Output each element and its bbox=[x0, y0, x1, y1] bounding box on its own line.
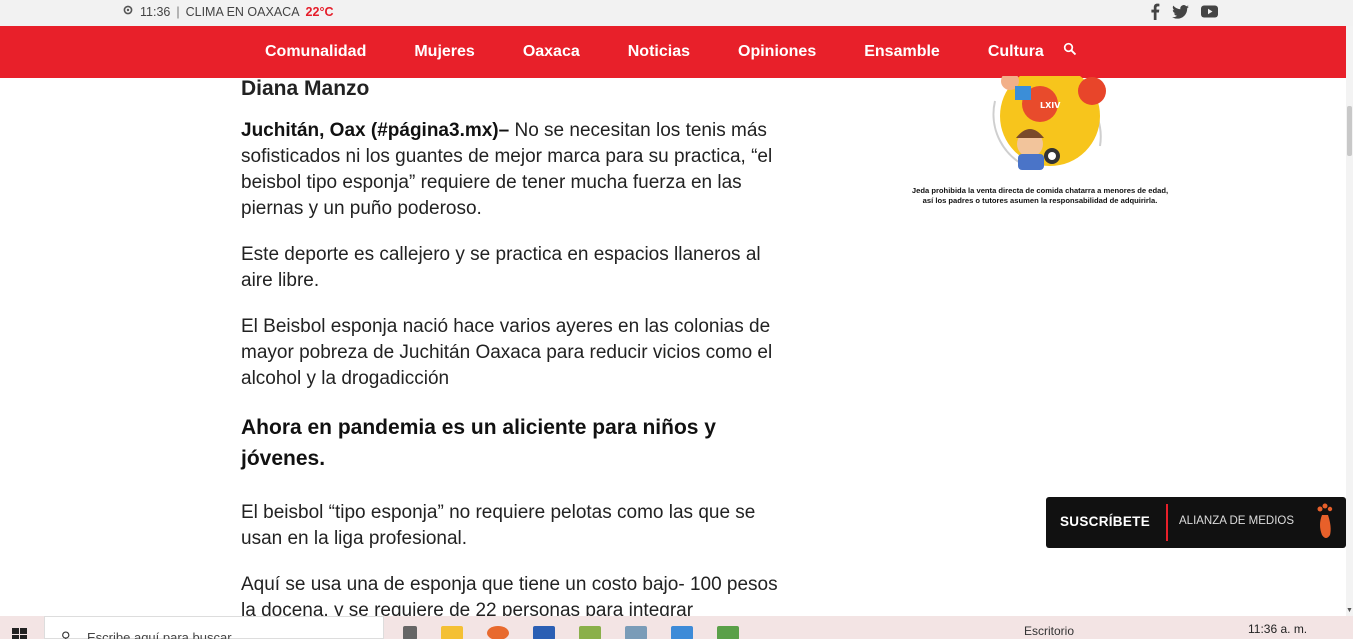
footprint-logo-icon bbox=[1314, 503, 1336, 546]
article-paragraph: Juchitán, Oax (#página3.mx)– No se neces… bbox=[241, 118, 781, 222]
current-time: 11:36 bbox=[140, 4, 171, 19]
word-icon[interactable] bbox=[533, 626, 555, 639]
facebook-icon[interactable] bbox=[1150, 3, 1160, 25]
alliance-link[interactable]: ALIANZA DE MEDIOS bbox=[1179, 515, 1294, 527]
main-navigation: Comunalidad Mujeres Oaxaca Noticias Opin… bbox=[0, 26, 1346, 78]
scroll-down-arrow-icon[interactable]: ▼ bbox=[1346, 607, 1353, 614]
paint-icon[interactable] bbox=[579, 626, 601, 639]
article-dateline: Juchitán, Oax (#página3.mx)– bbox=[241, 120, 510, 141]
article-paragraph: El beisbol “tipo esponja” no requiere pe… bbox=[241, 502, 756, 549]
ad-badge: LXIV bbox=[1040, 101, 1061, 110]
subscribe-widget[interactable]: SUSCRÍBETE ALIANZA DE MEDIOS bbox=[1046, 497, 1346, 548]
taskbar-apps bbox=[403, 626, 739, 639]
ad-caption: Jeda prohibida la venta directa de comid… bbox=[880, 186, 1200, 206]
top-utility-bar: 11:36 | CLIMA EN OAXACA 22°C bbox=[0, 0, 1353, 26]
app-icon[interactable] bbox=[671, 626, 693, 639]
gear-icon bbox=[122, 4, 134, 19]
topbar-info: 11:36 | CLIMA EN OAXACA 22°C bbox=[122, 4, 333, 19]
sidebar-ad[interactable]: LXIV Jeda prohibida la venta directa de … bbox=[880, 76, 1200, 216]
nav-item-noticias[interactable]: Noticias bbox=[628, 43, 690, 61]
article-paragraph: Este deporte es callejero y se practica … bbox=[241, 244, 761, 291]
taskbar-clock[interactable]: 11:36 a. m. bbox=[1248, 622, 1307, 636]
system-tray: Escritorio bbox=[1024, 624, 1074, 638]
twitter-icon[interactable] bbox=[1172, 4, 1189, 24]
windows-start-icon[interactable] bbox=[12, 628, 28, 639]
social-links bbox=[1150, 3, 1218, 25]
desktop-label[interactable]: Escritorio bbox=[1024, 624, 1074, 638]
file-explorer-icon[interactable] bbox=[441, 626, 463, 639]
windows-taskbar: ⚲ Escribe aquí para buscar Escritorio 11… bbox=[0, 616, 1353, 639]
divider bbox=[1166, 504, 1168, 541]
page-scrollbar[interactable]: ▼ bbox=[1346, 26, 1353, 616]
ad-caption-line: Jeda prohibida la venta directa de comid… bbox=[911, 186, 1169, 195]
youtube-icon[interactable] bbox=[1201, 5, 1218, 23]
app-icon[interactable] bbox=[717, 626, 739, 639]
taskbar-search-placeholder: Escribe aquí para buscar bbox=[87, 630, 232, 639]
app-icon[interactable] bbox=[625, 626, 647, 639]
ad-caption-line: así los padres o tutores asumen la respo… bbox=[922, 196, 1158, 205]
nav-item-cultura[interactable]: Cultura bbox=[988, 43, 1044, 61]
article-body: Diana Manzo Juchitán, Oax (#página3.mx)–… bbox=[241, 76, 781, 644]
ad-illustration: LXIV bbox=[992, 76, 1106, 170]
temperature: 22°C bbox=[305, 4, 334, 19]
search-icon[interactable] bbox=[1063, 42, 1077, 61]
taskbar-search-box[interactable]: ⚲ Escribe aquí para buscar bbox=[44, 616, 384, 639]
nav-item-opiniones[interactable]: Opiniones bbox=[738, 43, 816, 61]
search-icon: ⚲ bbox=[61, 629, 71, 639]
article-paragraph: El Beisbol esponja nació hace varios aye… bbox=[241, 316, 773, 389]
nav-items: Comunalidad Mujeres Oaxaca Noticias Opin… bbox=[265, 26, 1092, 78]
task-view-icon[interactable] bbox=[403, 626, 417, 639]
subscribe-button[interactable]: SUSCRÍBETE bbox=[1060, 514, 1150, 529]
firefox-icon[interactable] bbox=[487, 626, 509, 639]
separator: | bbox=[176, 4, 180, 19]
scrollbar-thumb[interactable] bbox=[1347, 106, 1352, 156]
nav-item-ensamble[interactable]: Ensamble bbox=[864, 43, 940, 61]
article-subheading: Ahora en pandemia es un aliciente para n… bbox=[241, 416, 716, 470]
nav-item-mujeres[interactable]: Mujeres bbox=[414, 43, 474, 61]
article-author: Diana Manzo bbox=[241, 77, 370, 100]
nav-item-comunalidad[interactable]: Comunalidad bbox=[265, 43, 366, 61]
nav-item-oaxaca[interactable]: Oaxaca bbox=[523, 43, 580, 61]
weather-label: CLIMA EN OAXACA bbox=[185, 4, 300, 19]
